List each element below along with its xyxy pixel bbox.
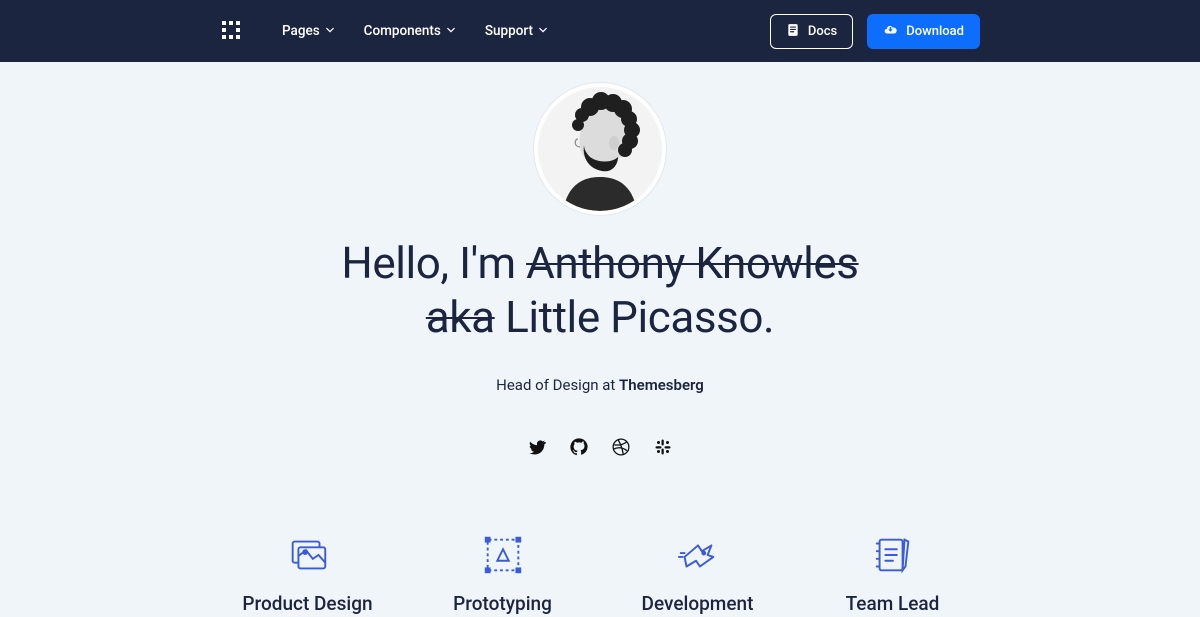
nav-item-support[interactable]: Support xyxy=(485,23,547,39)
features: Product Design Prototyping Development xyxy=(210,532,990,615)
nav-item-label: Pages xyxy=(282,23,320,39)
avatar-frame xyxy=(533,82,667,216)
nav-item-label: Support xyxy=(485,23,533,39)
chevron-down-icon xyxy=(326,27,334,35)
product-design-icon xyxy=(285,532,331,578)
feature-title: Product Design xyxy=(210,592,405,615)
dribbble-icon[interactable] xyxy=(612,438,630,456)
headline-suffix: Little Picasso. xyxy=(495,291,775,343)
headline-strike-2: aka xyxy=(426,291,495,343)
headline-prefix: Hello, I'm xyxy=(341,237,526,289)
subtitle-company: Themesberg xyxy=(619,376,704,394)
chevron-down-icon xyxy=(539,27,547,35)
twitter-icon[interactable] xyxy=(528,438,546,456)
feature-title: Development xyxy=(600,592,795,615)
nav-item-pages[interactable]: Pages xyxy=(282,23,334,39)
nav-item-components[interactable]: Components xyxy=(364,23,455,39)
button-label: Download xyxy=(906,25,964,38)
chevron-down-icon xyxy=(447,27,455,35)
hero: Hello, I'm Anthony Knowles aka Little Pi… xyxy=(0,62,1200,456)
headline: Hello, I'm Anthony Knowles aka Little Pi… xyxy=(0,236,1200,344)
feature-title: Prototyping xyxy=(405,592,600,615)
prototyping-icon xyxy=(480,532,526,578)
docs-button[interactable]: Docs xyxy=(770,14,853,49)
nav-right: Docs Download xyxy=(770,14,980,49)
brand-logo[interactable] xyxy=(220,19,242,43)
subtitle: Head of Design at Themesberg xyxy=(0,376,1200,394)
nav-item-label: Components xyxy=(364,23,441,39)
feature-development: Development xyxy=(600,532,795,615)
book-icon xyxy=(786,23,800,40)
headline-strike-1: Anthony Knowles xyxy=(526,237,858,289)
feature-prototyping: Prototyping xyxy=(405,532,600,615)
navbar: Pages Components Support xyxy=(0,0,1200,62)
slack-icon[interactable] xyxy=(654,438,672,456)
team-lead-icon xyxy=(870,532,916,578)
development-icon xyxy=(675,532,721,578)
github-icon[interactable] xyxy=(570,438,588,456)
feature-product-design: Product Design xyxy=(210,532,405,615)
download-button[interactable]: Download xyxy=(867,14,980,49)
cloud-download-icon xyxy=(883,23,898,40)
feature-title: Team Lead xyxy=(795,592,990,615)
nav-menu: Pages Components Support xyxy=(282,23,547,39)
avatar xyxy=(538,87,662,211)
nav-left: Pages Components Support xyxy=(220,19,547,43)
button-label: Docs xyxy=(808,25,837,38)
feature-team-lead: Team Lead xyxy=(795,532,990,615)
subtitle-prefix: Head of Design at xyxy=(496,376,619,394)
social-links xyxy=(0,438,1200,456)
